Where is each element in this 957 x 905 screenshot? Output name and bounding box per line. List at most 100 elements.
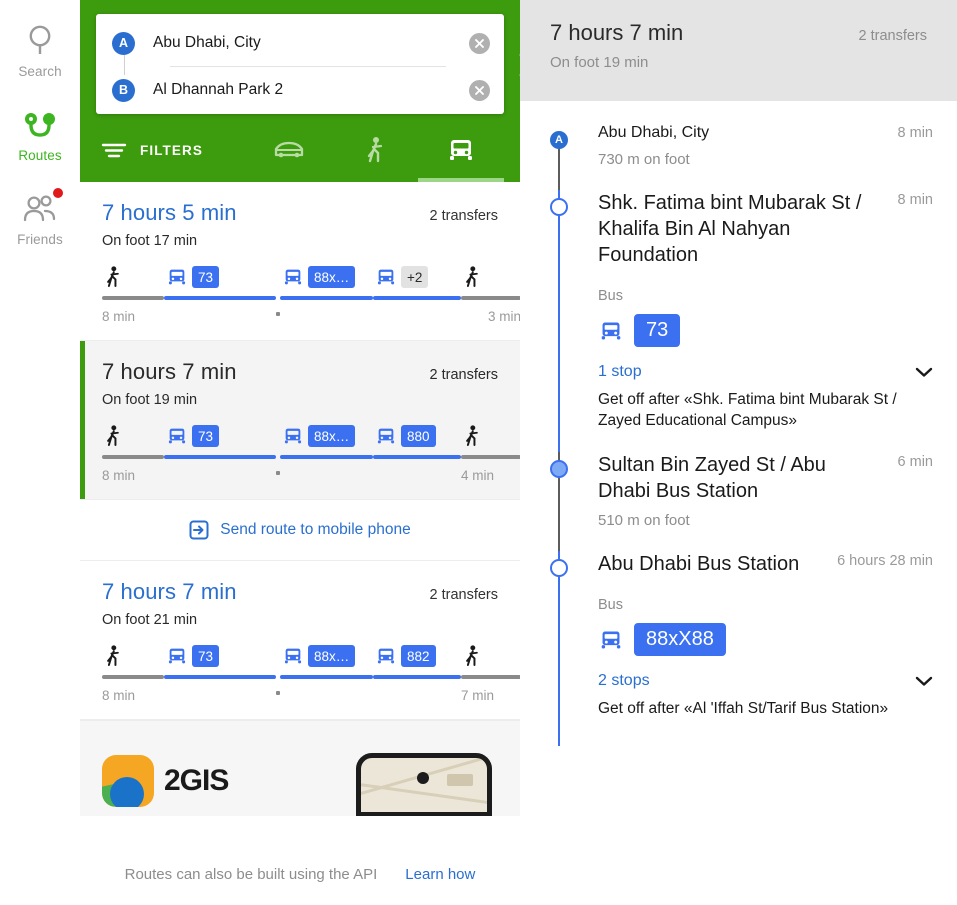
point-b-marker: B <box>112 78 135 102</box>
route-duration: 7 hours 7 min <box>102 359 237 384</box>
chevron-down-icon[interactable] <box>915 675 933 687</box>
api-footer: Routes can also be built using the API L… <box>80 843 520 905</box>
walk-icon <box>463 424 481 448</box>
walk-icon <box>104 644 122 668</box>
friends-notification-dot <box>53 188 63 198</box>
route-on-foot: On foot 17 min <box>102 233 198 249</box>
left-nav-rail: Search Routes Friends <box>0 0 80 905</box>
tab-car[interactable] <box>246 118 332 182</box>
details-on-foot: On foot 19 min <box>550 54 649 71</box>
step-title: Abu Dhabi, City <box>598 124 710 141</box>
promo-banner[interactable]: 2GIS <box>80 720 520 816</box>
step-subtext: 510 m on foot <box>598 512 690 530</box>
send-route-to-phone-button[interactable]: Send route to mobile phone <box>80 499 520 561</box>
route-badge: 88x… <box>308 266 356 288</box>
segment-end-time: 3 min <box>487 309 520 324</box>
step-title: Sultan Bin Zayed St / Abu Dhabi Bus Stat… <box>598 454 826 503</box>
tab-pedestrian[interactable] <box>332 118 418 182</box>
bus-icon <box>375 646 397 666</box>
routes-list[interactable]: 7 hours 5 min 2 transfers On foot 17 min… <box>80 182 520 905</box>
tab-transit[interactable] <box>418 118 504 182</box>
chevron-down-icon[interactable] <box>915 366 933 378</box>
segment-bus: 880 <box>373 423 461 483</box>
car-icon <box>272 137 306 163</box>
route-segments: 8 min 73 <box>102 423 520 483</box>
close-circle-icon[interactable] <box>469 32 490 54</box>
filters-button[interactable]: FILTERS <box>96 141 203 159</box>
point-a-input[interactable]: Abu Dhabi, City <box>135 34 469 52</box>
route-segments: 8 min 73 <box>102 643 520 703</box>
route-card[interactable]: 7 hours 5 min 2 transfers On foot 17 min… <box>80 182 520 341</box>
transit-route-badge: 88xX88 <box>634 623 726 657</box>
timeline-step[interactable]: A Abu Dhabi, City 8 min 730 m on foot <box>520 123 957 191</box>
segment-walk: 8 min <box>102 423 164 483</box>
route-timeline: A Abu Dhabi, City 8 min 730 m on foot Sh… <box>520 101 957 747</box>
bus-icon <box>446 137 476 163</box>
filters-label: FILTERS <box>140 142 203 158</box>
transit-type-label: Bus <box>598 597 623 614</box>
route-on-foot: On foot 21 min <box>102 612 198 628</box>
route-badge: 88x… <box>308 645 356 667</box>
learn-how-link[interactable]: Learn how <box>405 866 475 883</box>
bus-icon <box>166 267 188 287</box>
bus-icon <box>598 320 624 342</box>
route-card[interactable]: 7 hours 7 min 2 transfers On foot 21 min… <box>80 561 520 720</box>
route-details-header: 7 hours 7 min 2 transfers On foot 19 min <box>520 0 957 101</box>
search-header: A Abu Dhabi, City B Al Dhannah Park 2 FI… <box>80 0 531 182</box>
segment-start-time: 8 min <box>102 468 136 483</box>
route-duration: 7 hours 5 min <box>102 200 237 225</box>
route-badge: 882 <box>401 645 436 667</box>
route-duration: 7 hours 7 min <box>102 579 237 604</box>
close-circle-icon[interactable] <box>469 79 490 101</box>
bus-icon <box>598 629 624 651</box>
2gis-logo-mark <box>102 755 154 807</box>
route-badge: 73 <box>192 266 220 288</box>
timeline-step[interactable]: Abu Dhabi Bus Station 6 hours 28 min Bus… <box>520 551 957 747</box>
bus-icon <box>166 646 188 666</box>
search-pin-icon <box>25 24 55 58</box>
segment-start-time: 8 min <box>102 688 136 703</box>
step-title: Abu Dhabi Bus Station <box>598 553 800 576</box>
route-badge: 73 <box>192 645 220 667</box>
walk-icon <box>463 265 481 289</box>
sidebar-item-search[interactable]: Search <box>0 14 80 98</box>
sidebar-item-routes[interactable]: Routes <box>0 98 80 182</box>
2gis-logo-text: 2GIS <box>164 764 229 797</box>
route-segments: 8 min 73 <box>102 264 520 324</box>
timeline-step[interactable]: Sultan Bin Zayed St / Abu Dhabi Bus Stat… <box>520 452 957 552</box>
step-time: 8 min <box>897 192 933 209</box>
stop-marker <box>550 198 568 217</box>
point-b-input[interactable]: Al Dhannah Park 2 <box>135 81 469 99</box>
route-transfers: 2 transfers <box>429 367 499 383</box>
route-card-selected[interactable]: 7 hours 7 min 2 transfers On foot 19 min… <box>80 341 520 499</box>
timeline-line-transit <box>558 190 560 453</box>
bus-icon <box>282 267 304 287</box>
filters-bar: FILTERS <box>96 118 504 182</box>
route-badge: 73 <box>192 425 220 447</box>
2gis-logo-icon: 2GIS <box>102 755 229 807</box>
sidebar-item-routes-label: Routes <box>18 148 62 163</box>
sidebar-item-search-label: Search <box>18 64 62 79</box>
stops-expander[interactable]: 2 stops <box>598 672 933 690</box>
bus-icon <box>282 426 304 446</box>
walk-icon <box>104 265 122 289</box>
route-points-card: A Abu Dhabi, City B Al Dhannah Park 2 <box>96 14 531 114</box>
point-a-marker: A <box>112 31 135 55</box>
api-footer-text: Routes can also be built using the API <box>124 865 378 883</box>
route-point-b-row[interactable]: B Al Dhannah Park 2 <box>96 67 504 113</box>
stop-marker <box>550 559 568 578</box>
stops-count: 1 stop <box>598 363 642 381</box>
sidebar-item-friends[interactable]: Friends <box>0 182 80 266</box>
send-to-phone-icon <box>189 520 209 540</box>
phone-map-preview <box>356 753 492 816</box>
segment-bus: 73 <box>164 643 276 703</box>
route-point-a-row[interactable]: A Abu Dhabi, City <box>96 20 504 66</box>
step-time: 6 hours 28 min <box>837 553 933 570</box>
timeline-line-transit <box>558 551 560 747</box>
segment-walk: 8 min <box>102 643 164 703</box>
step-time: 6 min <box>897 454 933 471</box>
walk-icon <box>104 424 122 448</box>
route-on-foot: On foot 19 min <box>102 392 198 408</box>
timeline-step[interactable]: Shk. Fatima bint Mubarak St / Khalifa Bi… <box>520 190 957 453</box>
stops-expander[interactable]: 1 stop <box>598 363 933 381</box>
